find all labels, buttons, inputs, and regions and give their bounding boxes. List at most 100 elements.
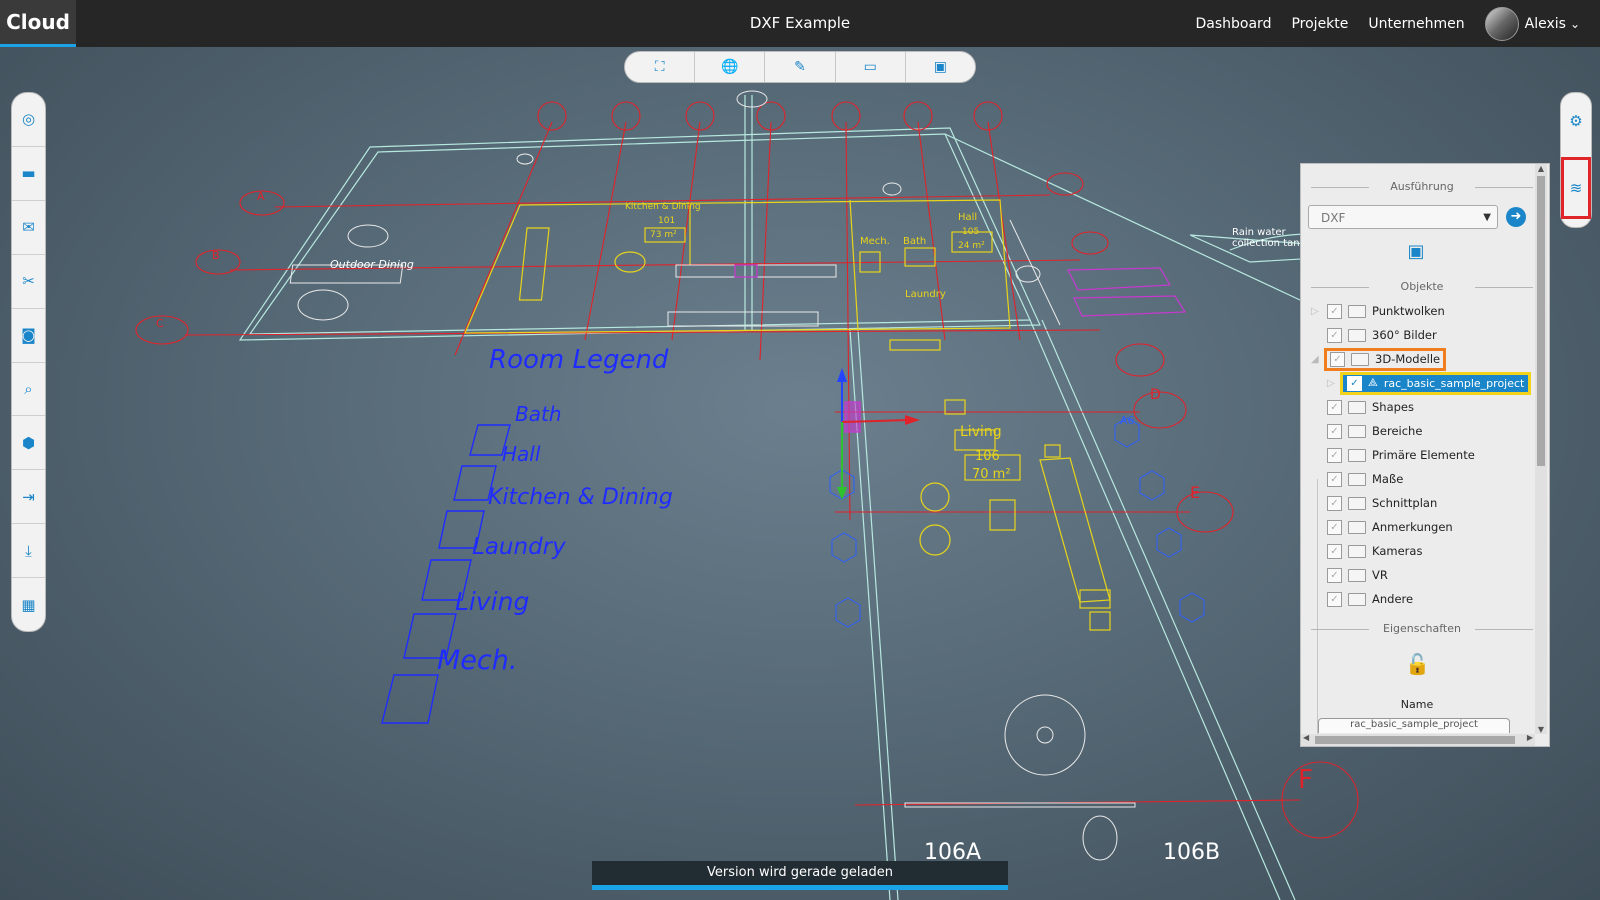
tree-item-schnittplan[interactable]: ✓ Schnittplan — [1311, 493, 1536, 513]
tree-item-360-bilder[interactable]: ✓ 360° Bilder — [1311, 325, 1536, 345]
nav-dashboard[interactable]: Dashboard — [1196, 16, 1272, 32]
tree-item-vr[interactable]: ✓ VR — [1311, 565, 1536, 585]
folder-icon — [1348, 448, 1366, 462]
horizontal-scrollbar[interactable]: ◀ ▶ — [1301, 733, 1535, 746]
ruler-icon[interactable]: ▬ — [12, 147, 45, 201]
grid-label-a: A — [257, 190, 265, 203]
checkbox[interactable]: ✓ — [1330, 351, 1345, 367]
folder-icon — [1351, 352, 1369, 366]
checkbox[interactable]: ✓ — [1327, 519, 1342, 535]
collapse-icon[interactable]: ◢ — [1311, 354, 1321, 365]
legend-item-laundry: Laundry — [472, 534, 566, 560]
checkbox[interactable]: ✓ — [1327, 591, 1342, 607]
label-kitchen-num: 101 — [658, 216, 676, 226]
tree-label: Bereiche — [1372, 424, 1423, 438]
tree-label: Punktwolken — [1372, 304, 1445, 318]
vertical-scrollbar[interactable]: ▲ ▼ — [1535, 164, 1547, 734]
legend-boxes — [381, 424, 511, 724]
compass-icon[interactable]: ◎ — [12, 93, 45, 147]
brand-logo[interactable]: Cloud — [0, 0, 76, 47]
layers-panel: Ausführung DXF ▼ ➜ ▣ Objekte ▷ ✓ Punktwo… — [1300, 163, 1550, 747]
checkbox[interactable]: ✓ — [1327, 567, 1342, 583]
settings-icon[interactable]: ⚙ — [1561, 101, 1591, 141]
label-living-area: 70 m² — [972, 467, 1011, 482]
save-icon[interactable]: ▣ — [1406, 241, 1426, 262]
legend-item-living: Living — [455, 587, 530, 616]
tree-item-3d-modelle[interactable]: ◢ ✓ 3D-Modelle — [1311, 347, 1536, 371]
globe-icon[interactable]: 🌐 — [695, 52, 766, 82]
scroll-thumb-h[interactable] — [1315, 736, 1515, 744]
version-select[interactable]: DXF ▼ — [1308, 205, 1498, 229]
scroll-up-icon[interactable]: ▲ — [1535, 164, 1547, 173]
legend-item-hall: Hall — [502, 442, 541, 466]
binoculars-icon[interactable]: ⛶ — [625, 52, 696, 82]
tree-label: Anmerkungen — [1372, 520, 1453, 534]
section-properties: Eigenschaften — [1311, 622, 1533, 635]
folder-icon — [1348, 304, 1366, 318]
checkbox[interactable]: ✓ — [1327, 471, 1342, 487]
grid-lines — [135, 101, 1359, 839]
version-select-value: DXF — [1321, 211, 1346, 225]
tree-item-punktwolken[interactable]: ▷ ✓ Punktwolken — [1311, 301, 1536, 321]
label-hall-area: 24 m² — [958, 241, 985, 251]
label-laundry: Laundry — [905, 289, 946, 300]
tree-item-bereiche[interactable]: ✓ Bereiche — [1311, 421, 1536, 441]
nav-projects[interactable]: Projekte — [1291, 16, 1348, 32]
tree-item-shapes[interactable]: ✓ Shapes — [1311, 397, 1536, 417]
brush-icon[interactable]: ✎ — [765, 52, 836, 82]
loading-status: Version wird gerade geladen — [592, 861, 1008, 890]
scroll-thumb[interactable] — [1537, 176, 1545, 466]
grid-label-d: D — [1150, 387, 1161, 403]
name-field[interactable]: rac_basic_sample_project — [1318, 718, 1510, 733]
checkbox[interactable]: ✓ — [1327, 327, 1342, 343]
tree-item-kameras[interactable]: ✓ Kameras — [1311, 541, 1536, 561]
file-import-icon[interactable]: ⇥ — [12, 470, 45, 525]
vr-headset-icon[interactable]: ▭ — [836, 52, 906, 82]
user-name: Alexis — [1524, 15, 1566, 32]
tree-item-anmerkungen[interactable]: ✓ Anmerkungen — [1311, 517, 1536, 537]
checkbox[interactable]: ✓ — [1327, 495, 1342, 511]
unlock-icon[interactable]: 🔓 — [1405, 652, 1430, 676]
tree-item-masse[interactable]: ✓ Maße — [1311, 469, 1536, 489]
checkbox-checked[interactable]: ✓ — [1347, 375, 1362, 391]
label-hall-num: 105 — [962, 227, 980, 237]
layers-icon[interactable]: ≋ — [1561, 157, 1591, 219]
camera-icon[interactable]: ◙ — [12, 309, 45, 363]
expand-icon[interactable]: ▷ — [1311, 306, 1321, 317]
label-room-106b: 106B — [1163, 840, 1221, 865]
model-icon: ⟁ — [1368, 376, 1378, 389]
checkbox[interactable]: ✓ — [1327, 423, 1342, 439]
label-outdoor-dining: Outdoor Dining — [330, 258, 414, 271]
search-icon[interactable]: ⌕ — [12, 363, 45, 417]
checkbox[interactable]: ✓ — [1327, 543, 1342, 559]
hex-tag-a6: A6 — [1120, 414, 1135, 427]
scissors-icon[interactable]: ✂ — [12, 255, 45, 309]
tree-item-andere[interactable]: ✓ Andere — [1311, 589, 1536, 609]
folder-icon — [1348, 424, 1366, 438]
comment-icon[interactable]: ✉ — [12, 201, 45, 255]
checkbox[interactable]: ✓ — [1327, 447, 1342, 463]
go-arrow-button[interactable]: ➜ — [1506, 207, 1526, 227]
nav-companies[interactable]: Unternehmen — [1368, 16, 1464, 32]
scroll-right-icon[interactable]: ▶ — [1527, 733, 1533, 742]
folder-icon — [1348, 520, 1366, 534]
user-menu[interactable]: Alexis ⌄ — [1484, 6, 1580, 41]
tree-label: Andere — [1372, 592, 1414, 606]
scroll-down-icon[interactable]: ▼ — [1535, 725, 1547, 734]
tree-label: Kameras — [1372, 544, 1423, 558]
checkbox[interactable]: ✓ — [1327, 399, 1342, 415]
tree-item-primaere-elemente[interactable]: ✓ Primäre Elemente — [1311, 445, 1536, 465]
cube-icon[interactable]: ▣ — [906, 52, 975, 82]
download-icon[interactable]: ⤓ — [12, 524, 45, 579]
tree-label: 360° Bilder — [1372, 328, 1437, 342]
tree-item-rac-basic-sample-project[interactable]: ▷ ✓ ⟁ rac_basic_sample_project — [1327, 371, 1532, 395]
room-legend-title: Room Legend — [489, 345, 669, 375]
scroll-left-icon[interactable]: ◀ — [1303, 733, 1309, 742]
box-icon[interactable]: ⬢ — [12, 416, 45, 471]
checkbox[interactable]: ✓ — [1327, 303, 1342, 319]
tree-label: Shapes — [1372, 400, 1415, 414]
expand-icon[interactable]: ▷ — [1327, 378, 1337, 389]
grid-icon[interactable]: ▦ — [12, 578, 45, 631]
right-toolbar: ⚙ ≋ — [1560, 92, 1592, 228]
top-navbar: Cloud DXF Example Dashboard Projekte Unt… — [0, 0, 1600, 47]
